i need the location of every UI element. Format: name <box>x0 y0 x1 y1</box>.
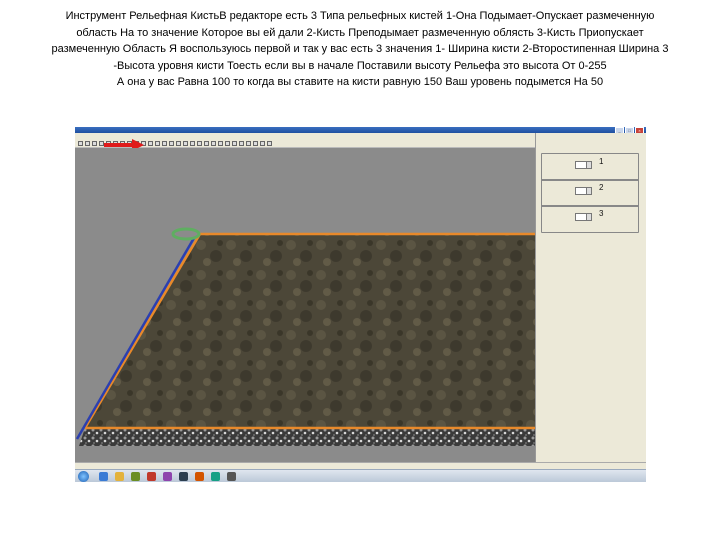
annotation-number: 3 <box>599 209 604 218</box>
caption-line: Инструмент Рельефная КистьВ редакторе ес… <box>65 10 655 22</box>
tutorial-caption: Инструмент Рельефная КистьВ редакторе ес… <box>0 8 720 91</box>
toolbar-button[interactable] <box>162 141 167 146</box>
toolbar-button[interactable] <box>246 141 251 146</box>
app-icon[interactable] <box>147 472 156 481</box>
toolbar-button[interactable] <box>225 141 230 146</box>
app-icon[interactable] <box>211 472 220 481</box>
brush-group-2: 2 <box>541 179 639 207</box>
caption-line: -Высота уровня кисти Тоесть если вы в на… <box>113 59 607 72</box>
secondary-width-spinner[interactable] <box>586 187 592 195</box>
toolbar-button[interactable] <box>183 141 188 146</box>
toolbar-button[interactable] <box>197 141 202 146</box>
toolbar-button[interactable] <box>92 141 97 146</box>
toolbar-button[interactable] <box>148 141 153 146</box>
toolbar-button[interactable] <box>267 141 272 146</box>
brush-height-spinner[interactable] <box>586 213 592 221</box>
editor-screenshot: _ □ × 1 2 3 <box>75 127 646 482</box>
toolbar <box>75 140 535 148</box>
editor-taskbar-icon[interactable] <box>227 472 236 481</box>
caption-line: размеченную Область Я воспользуюсь перво… <box>51 43 669 55</box>
app-icon[interactable] <box>179 472 188 481</box>
terrain-canvas[interactable] <box>75 148 535 470</box>
ie-icon[interactable] <box>99 472 108 481</box>
toolbar-button[interactable] <box>190 141 195 146</box>
app-icon[interactable] <box>195 472 204 481</box>
toolbar-button[interactable] <box>155 141 160 146</box>
brush-group-3: 3 <box>541 205 639 233</box>
terrain-cliff <box>79 428 535 446</box>
toolbar-button[interactable] <box>204 141 209 146</box>
toolbar-button[interactable] <box>78 141 83 146</box>
caption-line: область На то значение Которое вы ей дал… <box>76 26 644 39</box>
toolbar-button[interactable] <box>260 141 265 146</box>
media-icon[interactable] <box>131 472 140 481</box>
toolbar-button[interactable] <box>85 141 90 146</box>
terrain-viewport[interactable] <box>75 148 535 470</box>
toolbar-button[interactable] <box>218 141 223 146</box>
os-taskbar <box>75 469 646 482</box>
toolbar-button[interactable] <box>176 141 181 146</box>
menu-bar <box>75 133 535 140</box>
caption-line: А она у вас Равна 100 то когда вы ставит… <box>116 76 604 88</box>
toolbar-button[interactable] <box>232 141 237 146</box>
toolbar-button[interactable] <box>239 141 244 146</box>
brush-group-1: 1 <box>541 153 639 181</box>
toolbar-button[interactable] <box>211 141 216 146</box>
brush-width-spinner[interactable] <box>586 161 592 169</box>
annotation-number: 2 <box>599 183 604 192</box>
app-icon[interactable] <box>163 472 172 481</box>
annotation-number: 1 <box>599 157 604 166</box>
start-button-icon[interactable] <box>78 471 89 482</box>
toolbar-button[interactable] <box>253 141 258 146</box>
toolbar-button[interactable] <box>169 141 174 146</box>
folder-icon[interactable] <box>115 472 124 481</box>
height-brush-panel: 1 2 3 <box>535 133 646 470</box>
